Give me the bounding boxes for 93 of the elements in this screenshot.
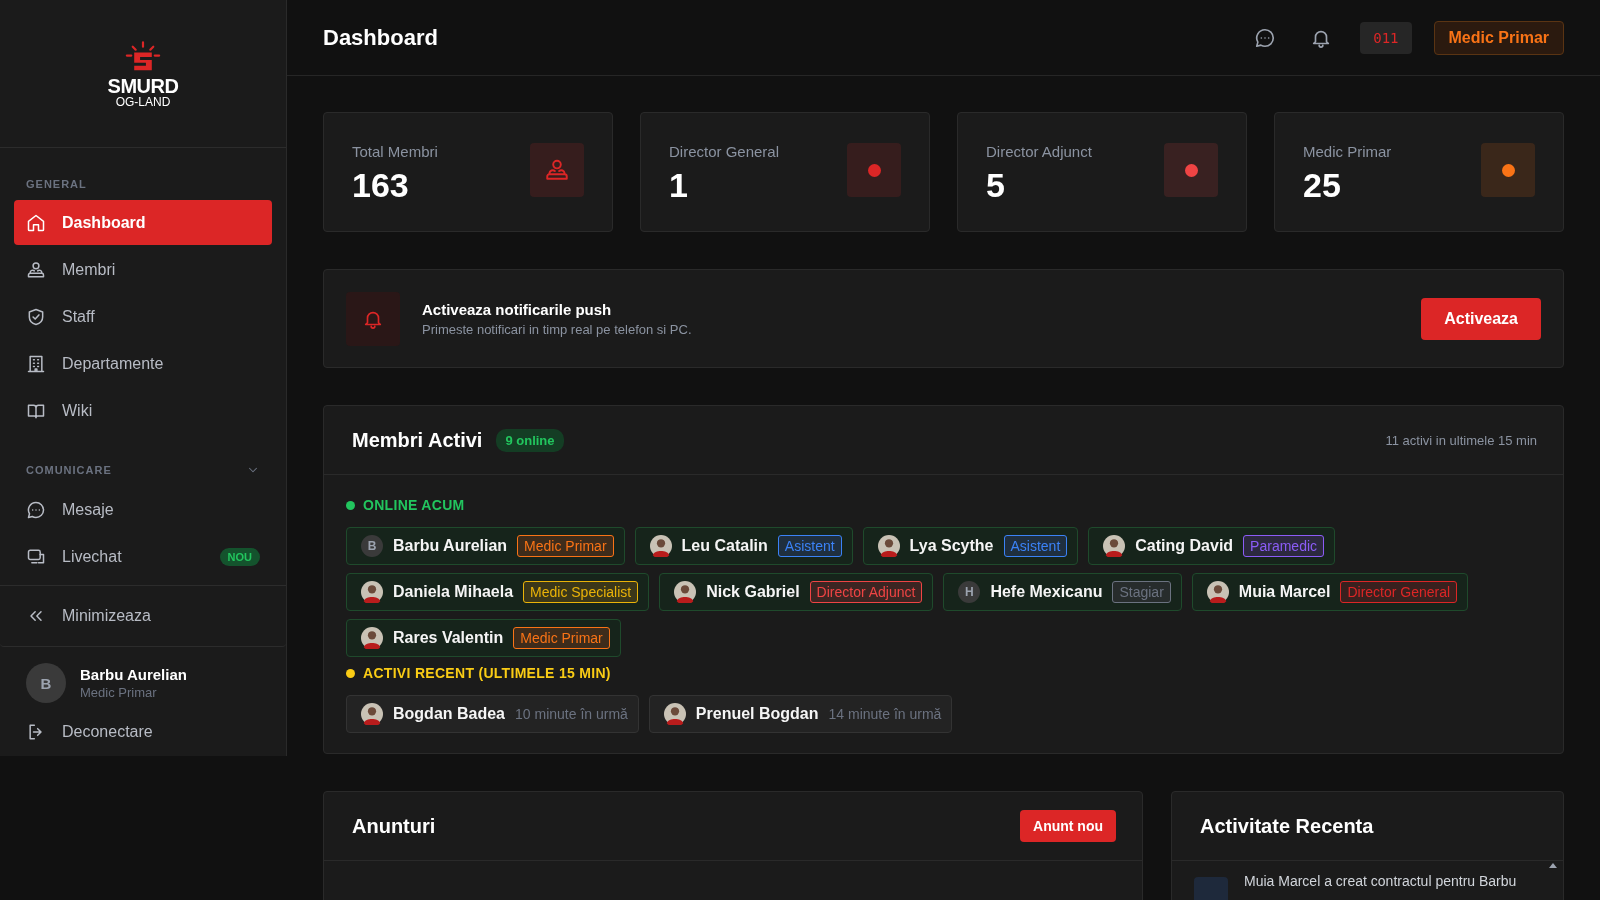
home-icon [26,212,46,233]
push-description: Primeste notificari in timp real pe telefon si PC. [422,321,693,337]
member-chip[interactable]: Bogdan Badea 10 minute în urmă [346,695,639,733]
member-chip[interactable]: Rares Valentin Medic Primar [346,619,621,657]
page-title: Dashboard [323,24,438,51]
user-name: Barbu Aurelian [80,666,187,683]
avatar: H [958,581,981,603]
building-icon [26,353,46,374]
avatar-icon [361,703,383,725]
role-tag: Asistent [777,535,842,557]
new-badge: NOU [219,547,260,566]
panel-title: Membri Activi [352,428,483,452]
member-name: Lya Scythe [909,537,994,555]
member-chip[interactable]: Daniela Mihaela Medic Specialist [346,573,650,611]
online-count-badge: 9 online [496,428,564,452]
member-chip[interactable]: Muia Marcel Director General [1191,573,1469,611]
last-seen: 10 minute în urmă [515,706,628,722]
member-name: Daniela Mihaela [393,583,514,601]
role-tag: Medic Primar [517,535,614,557]
nav-item[interactable]: Membri [14,247,272,293]
role-tag: Director Adjunct [809,581,923,603]
member-chip[interactable]: H Hefe Mexicanu Stagiar [943,573,1182,611]
avatar: B [26,663,66,703]
avatar-icon [1103,535,1126,557]
avatar-icon [663,703,686,725]
chat-bubble-icon [1254,26,1277,49]
member-chip[interactable]: Nick Gabriel Director Adjunct [659,573,934,611]
avatar-icon [674,581,697,603]
status-dot [346,668,355,678]
role-tag: Medic Primar [513,627,610,649]
stat-label: Director Adjunct [986,143,1092,160]
status-dot [346,500,355,510]
avatar: B [361,535,383,557]
member-name: Hefe Mexicanu [990,583,1103,601]
user-role: Medic Primar [80,685,158,700]
scrollbar-arrow-icon [1549,863,1557,868]
member-name: Barbu Aurelian [393,537,508,555]
stat-label: Total Membri [352,143,438,160]
activity-summary: 11 activi in ultimele 15 min [1385,432,1537,448]
nav-item[interactable]: Mesaje [14,487,272,533]
logout-button[interactable]: Deconectare [26,709,260,754]
group-title: ACTIVI RECENT (ULTIMELE 15 MIN) [363,665,611,681]
avatar-icon [1206,581,1229,603]
stat-value: 163 [352,166,410,205]
code-badge: 011 [1360,21,1412,54]
stat-value: 25 [1303,166,1342,205]
nav-item[interactable]: Departamente [14,341,272,387]
logo-subtitle: OG-LAND [115,95,171,108]
role-tag: Stagiar [1112,581,1171,603]
member-chip[interactable]: Prenuel Bogdan 14 minute în urmă [648,695,953,733]
minimize-button[interactable]: Minimizeaza [0,586,286,647]
stat-value: 1 [669,166,689,205]
logo-title: SMURD [107,75,179,96]
role-tag: Medic Specialist [523,581,639,603]
nav-item[interactable]: Staff [14,294,272,340]
role-tag: Director General [1340,581,1458,603]
nav-item[interactable]: Dashboard [14,200,272,246]
member-name: Nick Gabriel [706,583,800,601]
nav-item[interactable]: Wiki [14,388,272,434]
chat-bubble-icon [26,499,46,520]
stat-label: Medic Primar [1303,143,1392,160]
panel-title: Activitate Recenta [1200,814,1374,838]
member-chip[interactable]: Leu Catalin Asistent [634,527,853,565]
member-name: Bogdan Badea [393,705,505,723]
shield-check-icon [26,306,46,327]
role-tag: Paramedic [1243,535,1325,557]
role-button[interactable]: Medic Primar [1433,20,1564,55]
last-seen: 14 minute în urmă [828,706,942,722]
avatar-icon [361,581,383,603]
nav-item[interactable]: Livechat NOU [14,534,272,580]
section-title: COMUNICARE [26,464,112,477]
stat-value: 5 [986,166,1006,205]
member-name: Leu Catalin [681,537,768,555]
people-icon [26,259,46,280]
avatar-icon [361,627,383,649]
new-announcement-button[interactable]: Anunt nou [1020,810,1116,842]
member-name: Muia Marcel [1238,583,1331,601]
section-title: GENERAL [26,178,87,191]
activity-text: Muia Marcel a creat contractul pentru Barbu [1244,873,1517,889]
member-name: Cating David [1135,537,1234,555]
member-name: Prenuel Bogdan [695,705,819,723]
push-title: Activeaza notificarile push [422,300,613,318]
stat-label: Director General [669,143,780,160]
member-name: Rares Valentin [393,629,504,647]
activate-button[interactable]: Activeaza [1421,297,1541,340]
role-tag: Asistent [1003,535,1068,557]
avatar-icon [877,535,900,557]
member-chip[interactable]: B Barbu Aurelian Medic Primar [346,527,625,565]
member-chip[interactable]: Cating David Paramedic [1088,527,1336,565]
panel-title: Anunturi [352,814,436,838]
member-chip[interactable]: Lya Scythe Asistent [862,527,1079,565]
avatar-icon [649,535,672,557]
group-title: ONLINE ACUM [363,497,465,513]
